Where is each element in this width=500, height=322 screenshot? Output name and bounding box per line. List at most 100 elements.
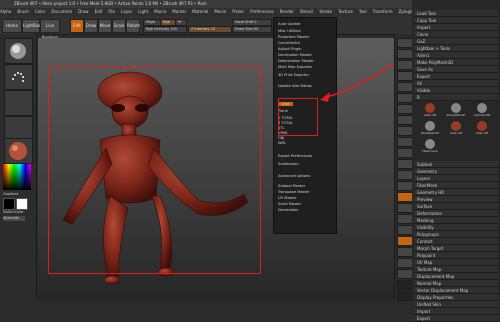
tool-row-4[interactable]: GoZ xyxy=(414,38,498,45)
shelf-button-11[interactable] xyxy=(397,159,413,169)
m-toggle[interactable]: M xyxy=(175,19,187,26)
draw-button[interactable]: Draw xyxy=(84,19,98,33)
brush-thumbnail[interactable] xyxy=(4,38,33,64)
menu-alpha[interactable]: Alpha xyxy=(0,9,11,14)
shelf-button-1[interactable] xyxy=(397,49,413,59)
shelf-button-14[interactable] xyxy=(397,192,413,202)
shelf-button-6[interactable] xyxy=(397,104,413,114)
shelf-button-19[interactable] xyxy=(397,247,413,257)
menu-brush[interactable]: Brush xyxy=(17,9,29,14)
live-boolean-button[interactable]: Live Boolean xyxy=(40,19,60,40)
tool-section-uv-map[interactable]: UV Map xyxy=(414,259,498,266)
tool-section-export[interactable]: Export xyxy=(414,315,498,322)
zplugin-item-4[interactable]: Adjust Plugin xyxy=(278,47,301,51)
tool-row-3[interactable]: Clone xyxy=(414,31,498,38)
stroke-thumbnail[interactable] xyxy=(4,64,33,90)
zplugin-item-24[interactable]: Scale Master xyxy=(278,202,301,206)
tool-row-6[interactable]: Alien1 xyxy=(414,52,498,59)
shelf-button-7[interactable] xyxy=(397,115,413,125)
tool-row-8[interactable]: Save As xyxy=(414,66,498,73)
tool-section-deformation[interactable]: Deformation xyxy=(414,210,498,217)
tool-section-contact[interactable]: Contact xyxy=(414,238,498,245)
tool-thumb-0[interactable]: Alien 48 xyxy=(418,103,442,119)
zplugin-item-19[interactable]: Subdivision xyxy=(278,162,299,166)
shelf-button-4[interactable] xyxy=(397,82,413,92)
tool-section-surface[interactable]: Surface xyxy=(414,203,498,210)
zplugin-item-25[interactable]: Decimation xyxy=(278,208,299,212)
tool-row-7[interactable]: Make PolyMesh3D xyxy=(414,59,498,66)
zplugin-item-1[interactable]: Misc Utilities xyxy=(278,29,301,33)
menu-render[interactable]: Render xyxy=(280,9,294,14)
scale-button[interactable]: Scale xyxy=(112,19,126,33)
menu-texture[interactable]: Texture xyxy=(338,9,353,14)
zplugin-item-22[interactable]: Transpose Master xyxy=(278,190,309,194)
tool-section-visibility[interactable]: Visibility xyxy=(414,224,498,231)
menu-marker[interactable]: Marker xyxy=(172,9,186,14)
tool-thumb-3[interactable]: PolyMesh3D xyxy=(418,121,442,137)
tool-row-9[interactable]: Export xyxy=(414,73,498,80)
zplugin-item-6[interactable]: Deformation Master xyxy=(278,59,314,63)
zplugin-item-23[interactable]: UV Master xyxy=(278,196,297,200)
zplugin-item-17[interactable]: WRL xyxy=(278,141,286,145)
tool-row-0[interactable]: Load Tool xyxy=(414,10,498,17)
tool-row-5[interactable]: Lightbox > Tools xyxy=(414,45,498,52)
home-page-button[interactable]: Home Page xyxy=(2,19,22,40)
menu-layer[interactable]: Layer xyxy=(121,9,132,14)
rotate-button[interactable]: Rotate xyxy=(126,19,140,33)
zplugin-item-7[interactable]: Multi Map Exporter xyxy=(278,65,312,69)
shelf-button-18[interactable] xyxy=(397,236,413,246)
shelf-button-21[interactable] xyxy=(397,269,413,279)
tool-section-unified-skin[interactable]: Unified Skin xyxy=(414,301,498,308)
tool-thumb-6[interactable]: Fibermesh xyxy=(418,139,442,155)
shelf-button-17[interactable] xyxy=(397,225,413,235)
lightbox-button[interactable]: LightBox xyxy=(22,19,40,33)
shelf-button-2[interactable] xyxy=(397,60,413,70)
secondary-color-swatch[interactable] xyxy=(16,198,28,210)
rgb-toggle[interactable]: Rgb xyxy=(160,19,176,26)
tool-section-morph-target[interactable]: Morph Target xyxy=(414,245,498,252)
menu-tool[interactable]: Tool xyxy=(359,9,367,14)
shelf-button-3[interactable] xyxy=(397,71,413,81)
tool-section-import[interactable]: Import xyxy=(414,308,498,315)
material-thumbnail[interactable] xyxy=(4,138,33,164)
shelf-button-12[interactable] xyxy=(397,170,413,180)
tool-row-1[interactable]: Copy Tool xyxy=(414,17,498,24)
tool-section-layers[interactable]: Layers xyxy=(414,175,498,182)
menu-document[interactable]: Document xyxy=(51,9,72,14)
shelf-button-16[interactable] xyxy=(397,214,413,224)
zplugin-item-18[interactable]: Export Preferences xyxy=(278,154,312,158)
tool-section-geometry[interactable]: Geometry xyxy=(414,168,498,175)
menu-picker[interactable]: Picker xyxy=(232,9,244,14)
menu-light[interactable]: Light xyxy=(138,9,148,14)
z-intensity-slider[interactable]: Z Intensity 25 xyxy=(188,26,232,33)
tool-section-polygroups[interactable]: Polygroups xyxy=(414,231,498,238)
menu-edit[interactable]: Edit xyxy=(95,9,103,14)
tool-section-subtool[interactable]: Subtool xyxy=(414,161,498,168)
tool-section-preview[interactable]: Preview xyxy=(414,196,498,203)
move-button[interactable]: Move xyxy=(98,19,112,33)
tool-thumb-2[interactable]: Cylinder3D xyxy=(470,103,494,119)
menu-color[interactable]: Color xyxy=(35,9,45,14)
tool-section-vector-displacement-map[interactable]: Vector Displacement Map xyxy=(414,287,498,294)
draw-size-slider[interactable]: Draw Size 64 xyxy=(232,26,272,33)
menu-draw[interactable]: Draw xyxy=(78,9,88,14)
menu-movie[interactable]: Movie xyxy=(214,9,226,14)
zplugin-item-21[interactable]: Subtool Master xyxy=(278,184,305,188)
zplugin-item-3[interactable]: QuickSketch xyxy=(278,41,300,45)
menu-preferences[interactable]: Preferences xyxy=(250,9,274,14)
shelf-button-5[interactable] xyxy=(397,93,413,103)
menu-stroke[interactable]: Stroke xyxy=(319,9,332,14)
tool-thumb-4[interactable]: Alien 48 xyxy=(444,121,468,137)
zplugin-item-9[interactable]: Update Size Ratios xyxy=(278,84,312,88)
zplugin-item-5[interactable]: Decimation Master xyxy=(278,53,312,57)
focal-shift-slider[interactable]: Focal Shift 0 xyxy=(232,19,272,26)
shelf-button-15[interactable] xyxy=(397,203,413,213)
shelf-button-20[interactable] xyxy=(397,258,413,268)
tool-row-2[interactable]: Import xyxy=(414,24,498,31)
shelf-button-22[interactable] xyxy=(397,280,413,290)
mrgb-toggle[interactable]: Mrgb xyxy=(143,19,161,26)
tool-row-10[interactable]: All xyxy=(414,80,498,87)
tool-section-polypaint[interactable]: Polypaint xyxy=(414,252,498,259)
tool-section-geometry-hd[interactable]: Geometry HD xyxy=(414,189,498,196)
switch-color-label[interactable]: SwitchColor xyxy=(3,210,24,214)
